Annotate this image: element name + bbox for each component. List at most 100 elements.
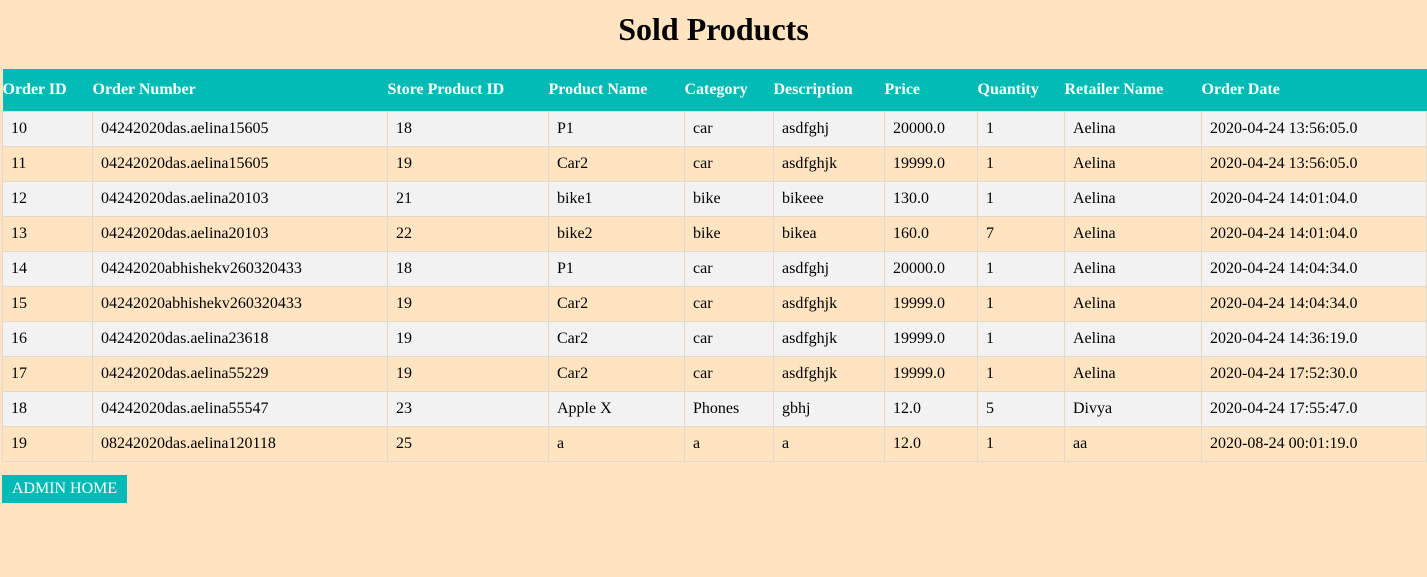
cell-price: 12.0 [884,425,978,462]
cell-order-id: 16 [2,320,93,357]
cell-order-date: 2020-04-24 14:04:34.0 [1201,285,1427,322]
cell-order-id: 19 [2,425,93,462]
cell-description: bikeee [773,180,885,217]
cell-store-product-id: 19 [387,285,549,322]
cell-order-id: 15 [2,285,93,322]
cell-category: Phones [684,390,774,427]
cell-description: asdfghjk [773,145,885,182]
cell-store-product-id: 19 [387,145,549,182]
table-row: 11 04242020das.aelina15605 19 Car2 car a… [2,145,1427,182]
cell-store-product-id: 18 [387,110,549,147]
header-retailer-name: Retailer Name [1064,80,1164,98]
sold-products-table: Order ID Order Number Store Product ID P… [2,69,1427,462]
cell-price: 160.0 [884,215,978,252]
header-store-product-id: Store Product ID [387,80,505,98]
cell-order-id: 10 [2,110,93,147]
cell-retailer-name: Aelina [1064,110,1202,147]
cell-store-product-id: 18 [387,250,549,287]
cell-order-date: 2020-04-24 14:01:04.0 [1201,180,1427,217]
cell-description: a [773,425,885,462]
cell-retailer-name: Aelina [1064,320,1202,357]
cell-retailer-name: Aelina [1064,355,1202,392]
cell-category: car [684,285,774,322]
cell-store-product-id: 19 [387,355,549,392]
cell-quantity: 1 [977,355,1065,392]
cell-category: car [684,145,774,182]
cell-order-date: 2020-04-24 13:56:05.0 [1201,110,1427,147]
cell-price: 19999.0 [884,285,978,322]
cell-price: 19999.0 [884,145,978,182]
cell-quantity: 5 [977,390,1065,427]
cell-order-number: 04242020das.aelina15605 [92,145,388,182]
cell-order-id: 18 [2,390,93,427]
cell-category: car [684,110,774,147]
cell-retailer-name: Aelina [1064,180,1202,217]
cell-description: asdfghjk [773,320,885,357]
cell-order-date: 2020-04-24 14:04:34.0 [1201,250,1427,287]
cell-order-id: 11 [2,145,93,182]
table-row: 17 04242020das.aelina55229 19 Car2 car a… [2,355,1427,392]
cell-quantity: 1 [977,145,1065,182]
cell-product-name: Apple X [548,390,685,427]
table-row: 19 08242020das.aelina120118 25 a a a 12.… [2,425,1427,462]
cell-order-date: 2020-04-24 14:36:19.0 [1201,320,1427,357]
cell-description: asdfghj [773,110,885,147]
cell-product-name: bike1 [548,180,685,217]
cell-order-number: 04242020das.aelina20103 [92,215,388,252]
cell-retailer-name: aa [1064,425,1202,462]
header-description: Description [773,80,853,98]
cell-product-name: P1 [548,250,685,287]
header-product-name: Product Name [548,80,648,98]
table-row: 12 04242020das.aelina20103 21 bike1 bike… [2,180,1427,217]
cell-order-number: 04242020das.aelina55547 [92,390,388,427]
cell-category: car [684,355,774,392]
cell-quantity: 1 [977,110,1065,147]
cell-category: a [684,425,774,462]
cell-retailer-name: Aelina [1064,250,1202,287]
cell-store-product-id: 22 [387,215,549,252]
admin-home-button[interactable]: ADMIN HOME [2,475,127,503]
cell-product-name: bike2 [548,215,685,252]
cell-order-id: 13 [2,215,93,252]
header-order-id: Order ID [2,80,67,98]
cell-order-date: 2020-04-24 17:52:30.0 [1201,355,1427,392]
header-order-date: Order Date [1201,80,1280,98]
cell-order-number: 04242020abhishekv260320433 [92,285,388,322]
cell-price: 19999.0 [884,320,978,357]
cell-order-number: 04242020das.aelina23618 [92,320,388,357]
cell-price: 130.0 [884,180,978,217]
cell-order-date: 2020-04-24 17:55:47.0 [1201,390,1427,427]
cell-store-product-id: 19 [387,320,549,357]
cell-order-id: 17 [2,355,93,392]
table-header-row: Order ID Order Number Store Product ID P… [2,69,1427,111]
cell-quantity: 1 [977,425,1065,462]
table-row: 14 04242020abhishekv260320433 18 P1 car … [2,250,1427,287]
header-order-number: Order Number [92,80,196,98]
cell-order-number: 04242020das.aelina15605 [92,110,388,147]
cell-order-date: 2020-04-24 13:56:05.0 [1201,145,1427,182]
cell-category: bike [684,215,774,252]
table-row: 13 04242020das.aelina20103 22 bike2 bike… [2,215,1427,252]
cell-product-name: Car2 [548,355,685,392]
header-category: Category [684,80,748,98]
cell-description: gbhj [773,390,885,427]
cell-product-name: Car2 [548,285,685,322]
cell-price: 20000.0 [884,110,978,147]
cell-product-name: Car2 [548,145,685,182]
cell-product-name: a [548,425,685,462]
cell-description: asdfghjk [773,355,885,392]
cell-retailer-name: Aelina [1064,145,1202,182]
cell-store-product-id: 25 [387,425,549,462]
cell-product-name: P1 [548,110,685,147]
cell-description: asdfghjk [773,285,885,322]
cell-quantity: 1 [977,285,1065,322]
cell-price: 19999.0 [884,355,978,392]
cell-category: car [684,320,774,357]
cell-quantity: 1 [977,320,1065,357]
cell-quantity: 7 [977,215,1065,252]
cell-category: bike [684,180,774,217]
header-quantity: Quantity [977,80,1039,98]
cell-order-date: 2020-08-24 00:01:19.0 [1201,425,1427,462]
cell-store-product-id: 23 [387,390,549,427]
cell-order-id: 12 [2,180,93,217]
